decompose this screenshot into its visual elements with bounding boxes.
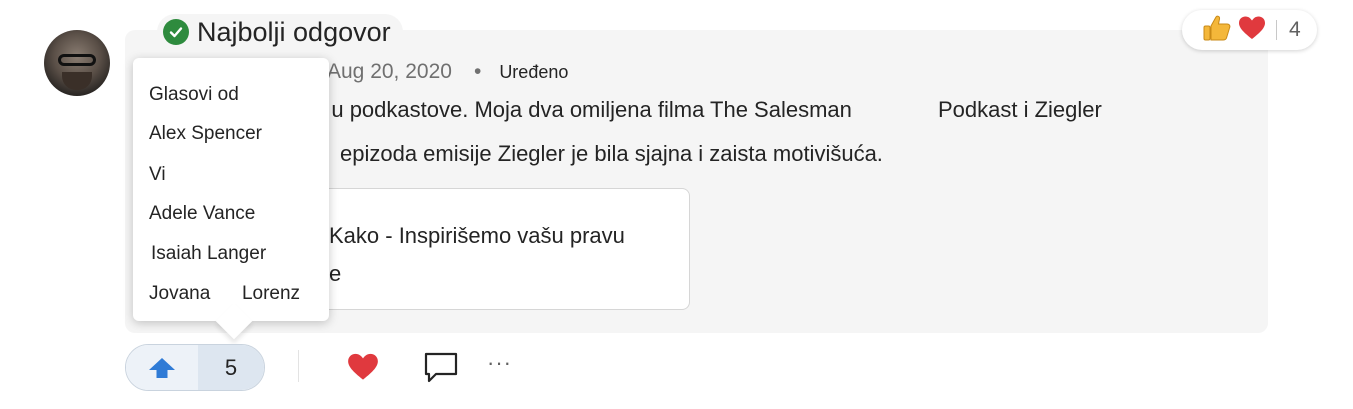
votes-popup: Glasovi od Alex Spencer Vi Adele Vance I… [133,58,329,340]
author-avatar[interactable] [44,30,110,96]
upvote-button[interactable] [126,345,198,390]
link-preview-title: Kako - Inspirišemo vašu pravu [329,223,625,248]
more-options-button[interactable]: ··· [487,350,512,376]
vote-count[interactable]: 5 [198,345,264,390]
best-answer-label: Najbolji odgovor [197,16,391,47]
post-text-line-2: epizoda emisije Ziegler je bila sjajna i… [340,141,883,166]
voter-item[interactable]: Isaiah Langer [151,243,266,265]
meta-separator: • [473,60,482,83]
actions-divider [298,350,299,382]
voter-item[interactable]: Vi [149,164,166,186]
heart-icon [348,353,378,380]
reactions-divider [1276,20,1277,40]
heart-icon [1238,15,1266,46]
edited-label[interactable]: Uređeno [499,62,568,82]
arrow-up-icon [149,357,175,378]
voter-item[interactable]: Alex Spencer [149,123,262,145]
post-text-line-1b: Podkast i Ziegler [938,97,1102,122]
reactions-count: 4 [1289,18,1301,41]
upvote-control: 5 [125,344,265,391]
checkmark-icon [163,19,189,45]
comment-icon [424,352,458,383]
avatar-glasses [58,54,96,66]
thumbs-up-icon [1202,14,1232,47]
best-answer-badge: Najbolji odgovor [157,14,403,50]
reactions-summary[interactable]: 4 [1182,10,1317,50]
post-date: Aug 20, 2020 [327,60,452,83]
votes-popup-heading: Glasovi od [149,84,239,105]
voter-item[interactable]: Jovana Lorenz [149,283,300,305]
like-button[interactable] [347,352,379,382]
post-text-line-1: g u podkastove. Moja dva omiljena filma … [313,97,852,122]
post-meta: Aug 20, 2020 • Uređeno [327,60,568,84]
voter-item[interactable]: Adele Vance [149,203,255,225]
link-preview-card[interactable]: Kako - Inspirišemo vašu pravu e [282,188,690,310]
popup-pointer [215,302,253,340]
comment-button[interactable] [423,351,459,385]
link-preview-title-cont: e [329,261,342,286]
avatar-beard [62,72,92,90]
